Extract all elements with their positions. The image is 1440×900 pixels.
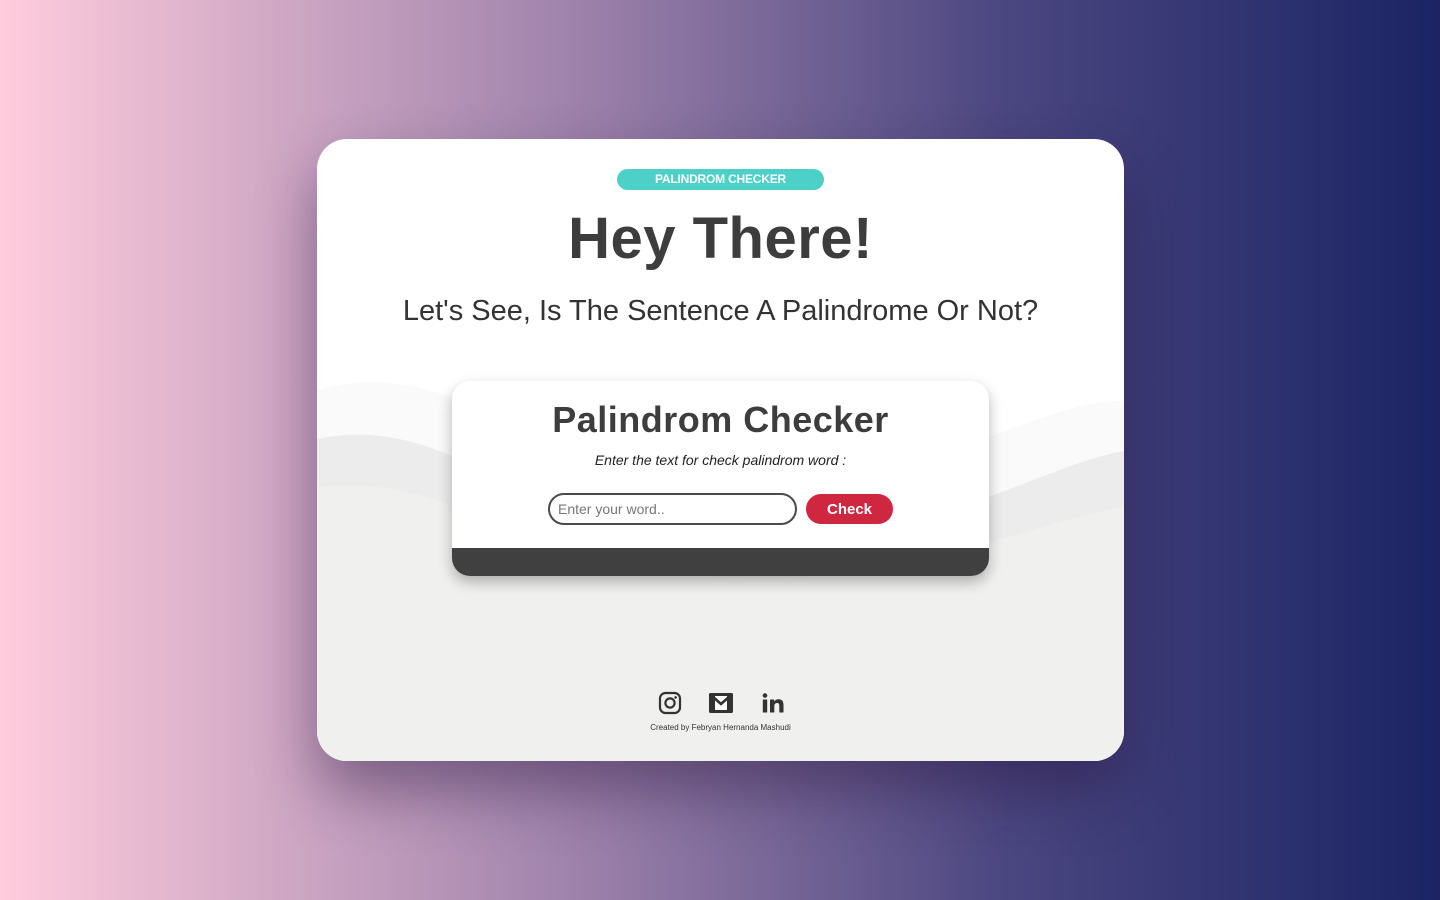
checker-title: Palindrom Checker xyxy=(552,399,889,440)
hero-subtitle: Let's See, Is The Sentence A Palindrome … xyxy=(402,295,1039,327)
email-link[interactable] xyxy=(708,690,734,716)
social-links xyxy=(655,690,787,716)
footer-credit: Created by Febryan Hernanda Mashudi xyxy=(650,723,791,732)
checker-panel: Palindrom Checker Enter the text for che… xyxy=(452,381,989,576)
linkedin-icon xyxy=(762,693,784,713)
mail-icon xyxy=(709,693,733,713)
hero-title: Hey There! xyxy=(568,206,873,271)
check-button[interactable]: Check xyxy=(806,494,893,524)
linkedin-link[interactable] xyxy=(760,690,786,716)
app-badge: PALINDROM CHECKER xyxy=(617,169,824,190)
checker-instruction: Enter the text for check palindrom word … xyxy=(594,452,847,468)
instagram-icon xyxy=(658,691,682,715)
result-bar xyxy=(452,548,989,576)
main-card: PALINDROM CHECKER Hey There! Let's See, … xyxy=(317,139,1124,761)
instagram-link[interactable] xyxy=(657,690,683,716)
word-input[interactable] xyxy=(548,493,797,525)
